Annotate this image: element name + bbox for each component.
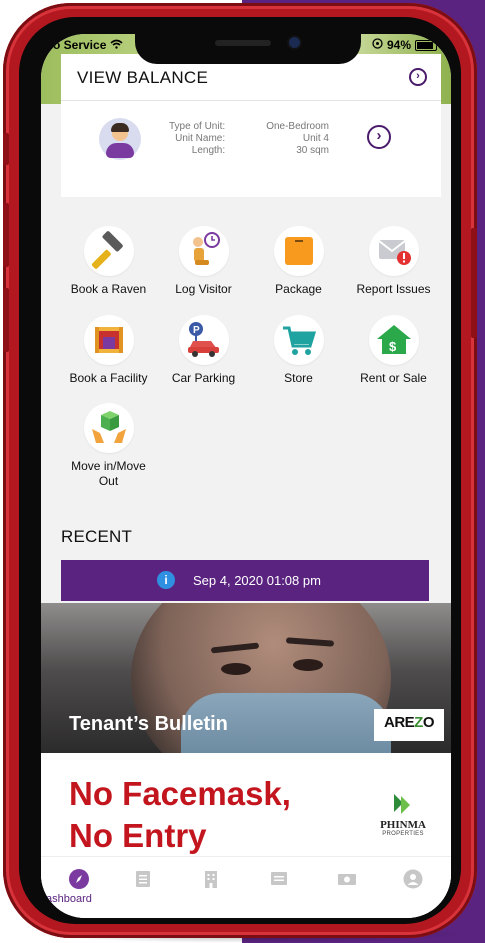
service-store[interactable]: Store — [251, 315, 346, 386]
service-rent-or-sale[interactable]: $ Rent or Sale — [346, 315, 441, 386]
unit-info-card[interactable]: Type of Unit: Unit Name: Length: One-Bed… — [61, 101, 441, 197]
photo-detail — [293, 659, 323, 671]
unit-name-label: Unit Name: — [175, 133, 226, 144]
unit-length-label: Length: — [191, 145, 226, 156]
cash-icon — [337, 869, 357, 889]
unit-type-label: Type of Unit: — [169, 121, 226, 132]
avatar-body — [106, 143, 134, 158]
service-log-visitor[interactable]: Log Visitor — [156, 226, 251, 297]
unit-name-value: Unit 4 — [302, 133, 329, 144]
unit-info-values: One-Bedroom Unit 4 30 sqm — [249, 121, 329, 157]
notice-line-2: No Entry — [69, 817, 207, 854]
list-icon — [133, 869, 153, 889]
camera — [289, 37, 300, 48]
volume-up-button — [3, 203, 9, 267]
developer-name: PHINMA — [380, 819, 426, 831]
app-screen: o Service 94% VIEW BALANCE › Type of Uni… — [41, 34, 451, 918]
message-icon — [269, 869, 289, 889]
service-label: Book a Raven — [70, 282, 147, 296]
service-label: Store — [284, 371, 313, 385]
unit-length-value: 30 sqm — [296, 145, 329, 156]
package-icon — [273, 226, 324, 276]
service-label: Log Visitor — [175, 282, 232, 296]
mute-switch — [3, 133, 9, 165]
profile-icon — [403, 869, 423, 889]
battery-percent: 94% — [386, 38, 411, 52]
svg-text:P: P — [193, 325, 200, 336]
bulletin-banner[interactable]: Tenant’s Bulletin AREZO — [41, 603, 451, 753]
power-button — [471, 228, 477, 338]
view-balance-title: VIEW BALANCE — [77, 68, 209, 87]
phinma-logo: PHINMA PROPERTIES — [373, 791, 433, 837]
speaker — [215, 40, 271, 46]
tab-bar: ashboard — [41, 856, 451, 918]
battery-icon — [415, 39, 437, 51]
notch — [135, 34, 361, 64]
service-label: Car Parking — [171, 371, 236, 385]
chevron-right-icon[interactable]: › — [409, 68, 427, 86]
volume-down-button — [3, 288, 9, 352]
notice-line-1: No Facemask, — [69, 775, 291, 812]
carrier-label: o Service — [53, 38, 107, 52]
avatar-hair — [111, 123, 129, 132]
tab-building[interactable] — [191, 869, 231, 909]
service-label: Book a Facility — [69, 371, 148, 385]
developer-sub: PROPERTIES — [382, 831, 424, 837]
tab-profile[interactable] — [393, 869, 433, 909]
photo-detail — [221, 663, 251, 675]
info-icon: i — [157, 571, 175, 589]
service-label: Package — [275, 282, 322, 296]
car-parking-icon: P — [178, 315, 229, 365]
tab-payments[interactable] — [327, 869, 367, 909]
visitor-clock-icon — [178, 226, 229, 276]
bulletin-title: Tenant’s Bulletin — [69, 713, 228, 735]
service-report-issues[interactable]: Report Issues — [346, 226, 441, 297]
service-book-a-raven[interactable]: Book a Raven — [61, 226, 156, 297]
facility-icon — [83, 315, 134, 365]
orientation-lock-icon — [372, 38, 383, 52]
recent-title: RECENT — [61, 527, 133, 546]
unit-info-labels: Type of Unit: Unit Name: Length: — [169, 121, 225, 157]
status-right: 94% — [372, 38, 437, 52]
unit-type-value: One-Bedroom — [266, 121, 329, 132]
arezzo-logo: AREZO — [374, 709, 444, 741]
recent-date-bar[interactable]: i Sep 4, 2020 01:08 pm — [61, 560, 429, 601]
tab-list[interactable] — [123, 869, 163, 909]
service-car-parking[interactable]: P Car Parking — [156, 315, 251, 386]
phinma-mark-icon — [390, 791, 416, 817]
building-icon — [201, 869, 221, 889]
avatar — [99, 118, 141, 160]
move-box-icon — [83, 403, 134, 453]
svg-text:$: $ — [389, 339, 397, 354]
mail-alert-icon — [368, 226, 419, 276]
wifi-icon — [110, 38, 123, 52]
service-move-in-move-out[interactable]: Move in/Move Out — [61, 403, 156, 489]
notice-headline: No Facemask, No Entry — [69, 773, 291, 857]
service-package[interactable]: Package — [251, 226, 346, 297]
service-label: Rent or Sale — [360, 371, 427, 385]
tab-dashboard-label: ashboard — [46, 893, 92, 905]
service-book-a-facility[interactable]: Book a Facility — [61, 315, 156, 386]
service-label: Report Issues — [356, 282, 431, 296]
house-dollar-icon: $ — [368, 315, 419, 365]
compass-icon — [69, 869, 89, 889]
tab-messages[interactable] — [259, 869, 299, 909]
chevron-right-icon[interactable]: › — [367, 125, 391, 149]
cart-icon — [273, 315, 324, 365]
carrier-text: o Service — [53, 38, 123, 52]
recent-date: Sep 4, 2020 01:08 pm — [193, 573, 321, 588]
hammer-icon — [83, 226, 134, 276]
service-label: Move in/Move Out — [71, 459, 146, 488]
